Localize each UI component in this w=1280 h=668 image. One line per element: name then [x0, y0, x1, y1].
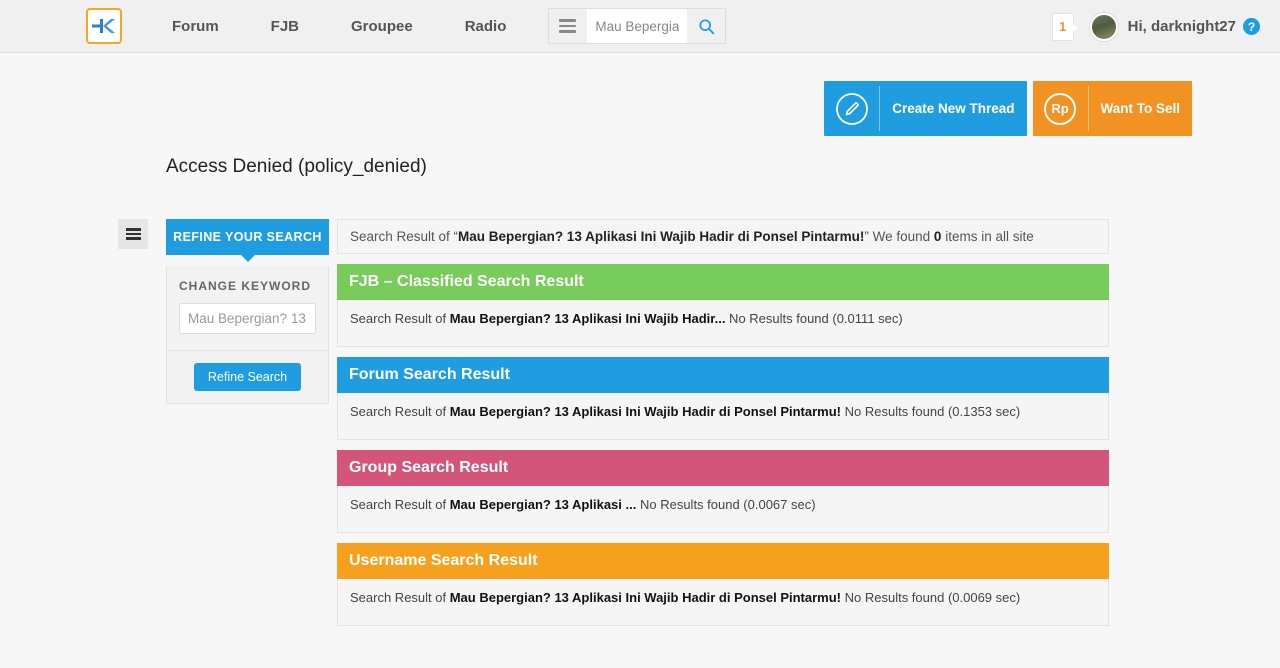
nav-forum[interactable]: Forum	[146, 0, 245, 53]
refine-search-panel: REFINE YOUR SEARCH CHANGE KEYWORD Refine…	[166, 219, 329, 404]
summary-middle: ” We found	[864, 229, 934, 244]
fjb-result-block: FJB – Classified Search Result Search Re…	[337, 264, 1109, 347]
refine-search-button[interactable]: Refine Search	[193, 363, 302, 391]
change-keyword-section: CHANGE KEYWORD	[167, 266, 328, 351]
content-area: REFINE YOUR SEARCH CHANGE KEYWORD Refine…	[118, 219, 1280, 626]
rp-circle-icon: Rp	[1033, 81, 1088, 136]
result-query: Mau Bepergian? 13 Aplikasi ...	[449, 497, 637, 512]
summary-suffix: items in all site	[941, 229, 1034, 244]
page-body: Create New Thread Rp Want To Sell Access…	[0, 53, 1280, 668]
refine-panel-header[interactable]: REFINE YOUR SEARCH	[166, 219, 329, 262]
action-buttons: Create New Thread Rp Want To Sell	[824, 81, 1192, 136]
user-area: 1 Hi, darknight27 ?	[1051, 0, 1260, 53]
hamburger-icon	[125, 226, 141, 242]
result-prefix: Search Result of	[350, 590, 450, 605]
fjb-result-body: Search Result of Mau Bepergian? 13 Aplik…	[337, 300, 1109, 347]
nav-fjb[interactable]: FJB	[245, 0, 325, 53]
sidebar-toggle-button[interactable]	[118, 219, 148, 249]
page-title: Access Denied (policy_denied)	[166, 156, 427, 177]
result-query: Mau Bepergian? 13 Aplikasi Ini Wajib Had…	[449, 311, 726, 326]
username-result-block: Username Search Result Search Result of …	[337, 543, 1109, 626]
group-result-title: Group Search Result	[337, 450, 1109, 486]
help-icon[interactable]: ?	[1243, 18, 1260, 35]
nav-groupee[interactable]: Groupee	[325, 0, 439, 53]
create-new-thread-button[interactable]: Create New Thread	[824, 81, 1027, 136]
result-query: Mau Bepergian? 13 Aplikasi Ini Wajib Had…	[449, 404, 841, 419]
change-keyword-input[interactable]	[179, 303, 316, 334]
change-keyword-label: CHANGE KEYWORD	[179, 279, 312, 293]
search-category-toggle[interactable]	[549, 9, 588, 43]
result-query: Mau Bepergian? 13 Aplikasi Ini Wajib Had…	[449, 590, 841, 605]
create-new-thread-label: Create New Thread	[892, 100, 1015, 116]
forum-result-title: Forum Search Result	[337, 357, 1109, 393]
search-bar	[548, 8, 727, 44]
search-icon	[699, 18, 715, 34]
username-result-body: Search Result of Mau Bepergian? 13 Aplik…	[337, 579, 1109, 626]
kaskus-logo-icon	[92, 19, 115, 33]
avatar[interactable]	[1089, 12, 1118, 41]
notification-badge[interactable]: 1	[1051, 12, 1078, 41]
search-results-column: Search Result of “Mau Bepergian? 13 Apli…	[337, 219, 1109, 626]
username-result-title: Username Search Result	[337, 543, 1109, 579]
summary-prefix: Search Result of “	[350, 229, 459, 244]
forum-result-block: Forum Search Result Search Result of Mau…	[337, 357, 1109, 440]
nav-radio[interactable]: Radio	[439, 0, 533, 53]
result-status: No Results found (0.0069 sec)	[841, 590, 1021, 605]
search-summary: Search Result of “Mau Bepergian? 13 Apli…	[337, 219, 1109, 254]
result-status: No Results found (0.0111 sec)	[725, 311, 903, 326]
want-to-sell-label: Want To Sell	[1100, 100, 1181, 116]
group-result-block: Group Search Result Search Result of Mau…	[337, 450, 1109, 533]
top-navigation-bar: Forum FJB Groupee Radio 1 Hi, darknight2…	[0, 0, 1280, 53]
main-nav: Forum FJB Groupee Radio	[146, 0, 532, 53]
forum-result-body: Search Result of Mau Bepergian? 13 Aplik…	[337, 393, 1109, 440]
kaskus-logo[interactable]	[86, 8, 122, 44]
user-greeting[interactable]: Hi, darknight27	[1128, 18, 1236, 35]
result-prefix: Search Result of	[350, 497, 450, 512]
search-input[interactable]	[587, 9, 688, 43]
result-prefix: Search Result of	[350, 404, 450, 419]
pencil-circle-icon	[824, 81, 879, 136]
hamburger-icon	[559, 16, 577, 36]
search-submit-button[interactable]	[687, 9, 726, 43]
fjb-result-title: FJB – Classified Search Result	[337, 264, 1109, 300]
want-to-sell-button[interactable]: Rp Want To Sell	[1032, 81, 1192, 136]
result-prefix: Search Result of	[350, 311, 450, 326]
result-status: No Results found (0.1353 sec)	[841, 404, 1021, 419]
result-status: No Results found (0.0067 sec)	[636, 497, 816, 512]
group-result-body: Search Result of Mau Bepergian? 13 Aplik…	[337, 486, 1109, 533]
summary-query: Mau Bepergian? 13 Aplikasi Ini Wajib Had…	[458, 229, 865, 244]
